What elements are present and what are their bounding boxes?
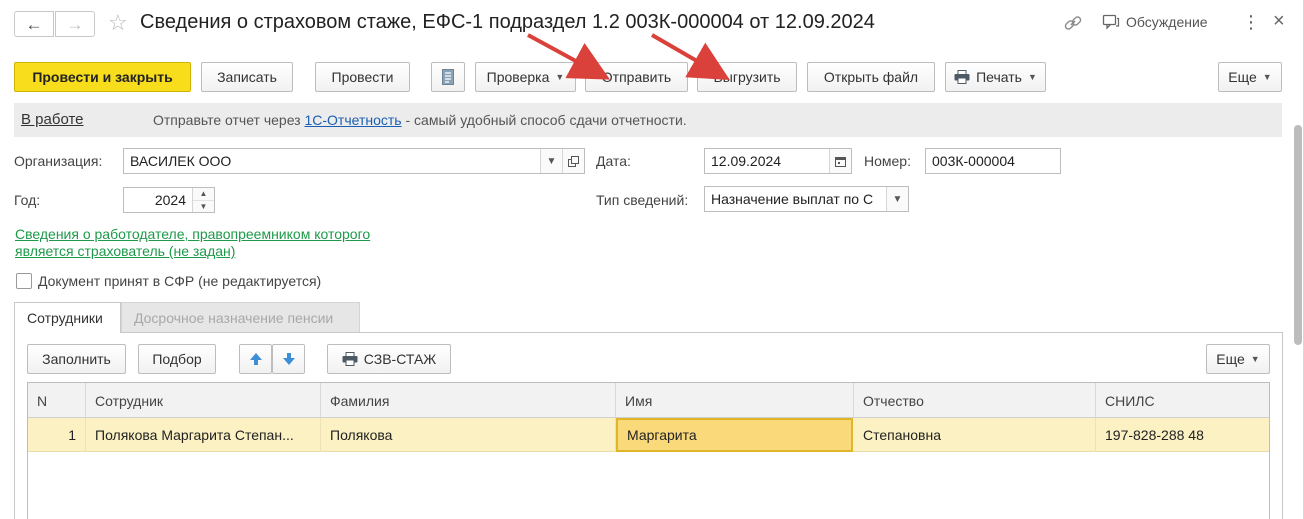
vertical-scrollbar[interactable] bbox=[1293, 103, 1303, 519]
arrow-up-icon bbox=[249, 353, 262, 365]
check-dropdown-button[interactable]: Проверка ▼ bbox=[475, 62, 576, 92]
move-up-button[interactable] bbox=[239, 344, 272, 374]
discussion-label: Обсуждение bbox=[1126, 14, 1208, 30]
fill-button[interactable]: Заполнить bbox=[27, 344, 126, 374]
send-button[interactable]: Отправить bbox=[585, 62, 688, 92]
tab-early-pension[interactable]: Досрочное назначение пенсии bbox=[121, 302, 360, 333]
more-dropdown-button[interactable]: Еще ▼ bbox=[1218, 62, 1282, 92]
arrow-down-icon bbox=[282, 353, 295, 365]
table-more-dropdown-button[interactable]: Еще ▼ bbox=[1206, 344, 1270, 374]
cell-snils[interactable]: 197-828-288 48 bbox=[1096, 418, 1271, 452]
forward-arrow-icon: → bbox=[66, 14, 84, 34]
status-strip: В работе Отправьте отчет через 1С-Отчетн… bbox=[14, 103, 1282, 137]
tab-employees[interactable]: Сотрудники bbox=[14, 302, 121, 333]
organization-value: ВАСИЛЕК ООО bbox=[130, 153, 232, 169]
kebab-icon[interactable]: ⋮ bbox=[1242, 12, 1260, 33]
title-bar: ← → ☆ Сведения о страховом стаже, ЕФС-1 … bbox=[0, 0, 1303, 50]
column-header-last-name[interactable]: Фамилия bbox=[321, 383, 616, 418]
link-icon[interactable] bbox=[1062, 12, 1084, 34]
organization-field[interactable]: ВАСИЛЕК ООО ▼ bbox=[123, 148, 585, 174]
calendar-icon[interactable] bbox=[829, 149, 851, 173]
cell-last-name[interactable]: Полякова bbox=[321, 418, 616, 452]
year-field[interactable]: 2024 ▲ ▼ bbox=[123, 187, 215, 213]
status-state-link[interactable]: В работе bbox=[21, 111, 84, 128]
open-icon[interactable] bbox=[562, 149, 584, 173]
printer-icon bbox=[342, 352, 358, 366]
organization-label: Организация: bbox=[14, 153, 103, 169]
cell-n[interactable]: 1 bbox=[28, 418, 86, 452]
date-field[interactable]: 12.09.2024 bbox=[704, 148, 852, 174]
table-row[interactable]: 1 Полякова Маргарита Степан... Полякова … bbox=[28, 418, 1269, 452]
year-stepper[interactable]: ▲ ▼ bbox=[192, 188, 214, 212]
accepted-checkbox[interactable] bbox=[16, 273, 32, 289]
number-field[interactable]: 003К-000004 bbox=[925, 148, 1061, 174]
column-header-n[interactable]: N bbox=[28, 383, 86, 418]
cell-first-name[interactable]: Маргарита bbox=[616, 418, 853, 452]
year-value: 2024 bbox=[154, 192, 186, 208]
select-button[interactable]: Подбор bbox=[138, 344, 216, 374]
save-button[interactable]: Записать bbox=[201, 62, 293, 92]
chevron-down-icon[interactable]: ▼ bbox=[886, 187, 908, 211]
report-button[interactable] bbox=[431, 62, 465, 92]
column-header-first-name[interactable]: Имя bbox=[616, 383, 854, 418]
cell-employee[interactable]: Полякова Маргарита Степан... bbox=[86, 418, 321, 452]
number-label: Номер: bbox=[864, 153, 911, 169]
chevron-down-icon[interactable]: ▼ bbox=[193, 200, 214, 212]
chevron-down-icon: ▼ bbox=[1250, 354, 1260, 364]
chevron-down-icon[interactable]: ▼ bbox=[540, 149, 562, 173]
status-message-prefix: Отправьте отчет через bbox=[153, 112, 305, 128]
cell-patronymic[interactable]: Степановна bbox=[854, 418, 1096, 452]
date-label: Дата: bbox=[596, 153, 631, 169]
discussion-button[interactable]: Обсуждение bbox=[1102, 14, 1208, 30]
command-bar: Провести и закрыть Записать Провести Про… bbox=[0, 62, 1303, 94]
status-message: Отправьте отчет через 1С-Отчетность - са… bbox=[153, 112, 687, 128]
szv-stazh-label: СЗВ-СТАЖ bbox=[363, 351, 437, 367]
back-button[interactable]: ← bbox=[14, 11, 54, 37]
printer-icon bbox=[954, 70, 970, 84]
accepted-checkbox-label: Документ принят в СФР (не редактируется) bbox=[38, 273, 322, 289]
info-type-label: Тип сведений: bbox=[596, 192, 689, 208]
table-header: N Сотрудник Фамилия Имя Отчество СНИЛС bbox=[28, 383, 1269, 418]
document-window: ← → ☆ Сведения о страховом стаже, ЕФС-1 … bbox=[0, 0, 1304, 519]
chat-icon bbox=[1102, 14, 1120, 30]
document-icon bbox=[442, 69, 454, 85]
open-file-button[interactable]: Открыть файл bbox=[807, 62, 935, 92]
chevron-up-icon[interactable]: ▲ bbox=[193, 188, 214, 200]
info-type-value: Назначение выплат по С bbox=[711, 191, 874, 207]
back-arrow-icon: ← bbox=[25, 14, 43, 34]
chevron-down-icon: ▼ bbox=[1262, 72, 1272, 82]
post-and-close-button[interactable]: Провести и закрыть bbox=[14, 62, 191, 92]
print-label: Печать bbox=[976, 69, 1022, 85]
more-label: Еще bbox=[1228, 69, 1257, 85]
employees-table: N Сотрудник Фамилия Имя Отчество СНИЛС 1… bbox=[27, 382, 1270, 519]
column-header-snils[interactable]: СНИЛС bbox=[1096, 383, 1271, 418]
move-down-button[interactable] bbox=[272, 344, 305, 374]
forward-button[interactable]: → bbox=[55, 11, 95, 37]
date-value: 12.09.2024 bbox=[711, 153, 782, 169]
check-label: Проверка bbox=[486, 69, 550, 85]
successor-employer-link[interactable]: Сведения о работодателе, правопреемником… bbox=[15, 226, 415, 260]
year-label: Год: bbox=[14, 192, 41, 208]
table-more-label: Еще bbox=[1216, 351, 1245, 367]
page-title: Сведения о страховом стаже, ЕФС-1 подраз… bbox=[140, 11, 875, 33]
star-icon[interactable]: ☆ bbox=[108, 10, 128, 36]
column-header-employee[interactable]: Сотрудник bbox=[86, 383, 321, 418]
scrollbar-thumb[interactable] bbox=[1294, 125, 1302, 345]
reporting-service-link[interactable]: 1С-Отчетность bbox=[304, 112, 401, 128]
export-button[interactable]: Выгрузить bbox=[697, 62, 797, 92]
szv-stazh-print-button[interactable]: СЗВ-СТАЖ bbox=[327, 344, 451, 374]
chevron-down-icon: ▼ bbox=[1027, 72, 1037, 82]
column-header-patronymic[interactable]: Отчество bbox=[854, 383, 1096, 418]
print-dropdown-button[interactable]: Печать ▼ bbox=[945, 62, 1046, 92]
status-message-suffix: - самый удобный способ сдачи отчетности. bbox=[401, 112, 687, 128]
post-button[interactable]: Провести bbox=[315, 62, 410, 92]
close-icon[interactable]: × bbox=[1273, 11, 1285, 31]
info-type-field[interactable]: Назначение выплат по С ▼ bbox=[704, 186, 909, 212]
chevron-down-icon: ▼ bbox=[555, 72, 565, 82]
